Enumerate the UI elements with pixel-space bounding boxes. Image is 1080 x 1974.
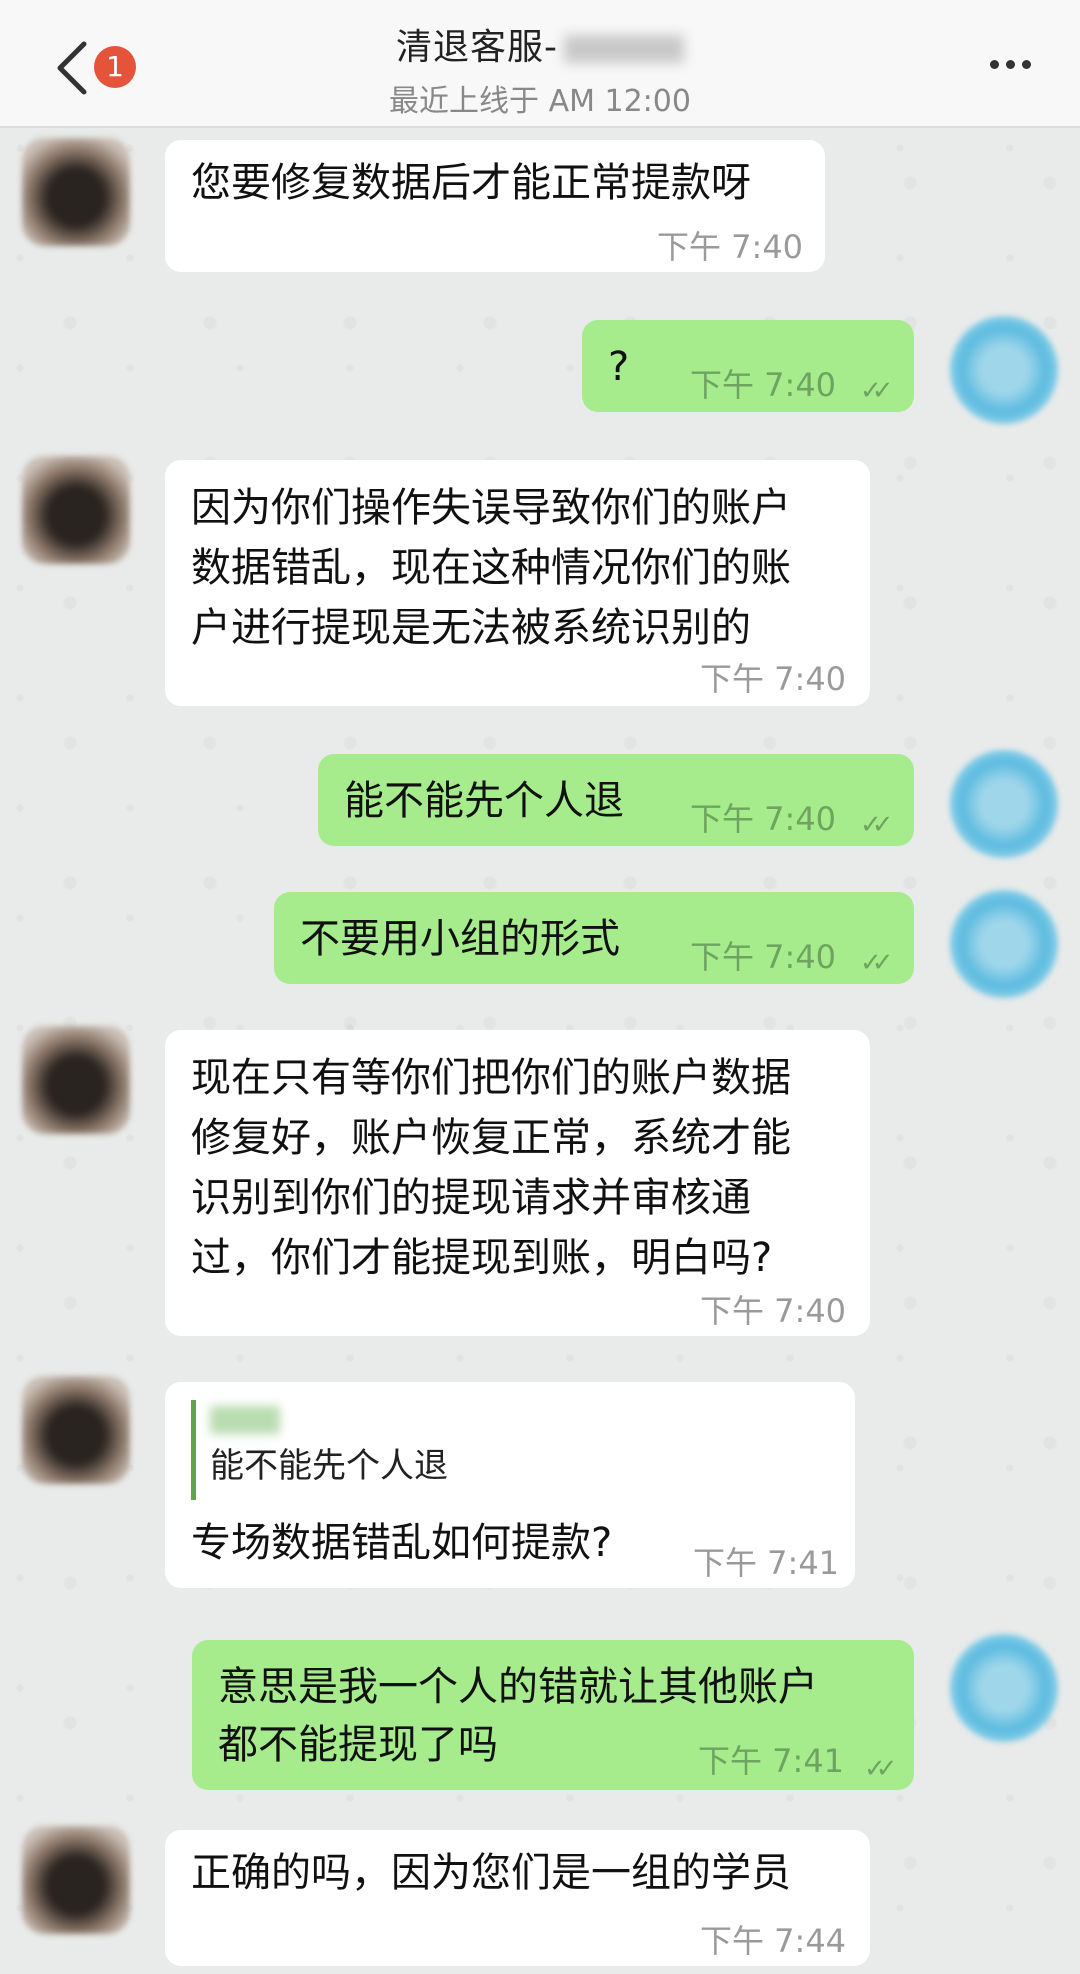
user-avatar[interactable] [950,890,1058,998]
contact-avatar[interactable] [22,1376,130,1484]
message-time: 下午 7:40 [690,938,837,976]
message-text: 能不能先个人退 [344,778,624,824]
message-bubble-incoming[interactable]: 正确的吗，因为您们是一组的学员 下午 7:44 [165,1830,870,1966]
double-check-icon: ✓✓ [864,1754,897,1784]
chat-title: 清退客服- [300,18,780,70]
message-text: 专场数据错乱如何提款? [191,1520,613,1566]
last-seen-status: 最近上线于 AM 12:00 [389,84,691,119]
chat-header: 1 清退客服- 最近上线于 AM 12:00 [0,0,1080,128]
more-menu-button[interactable] [990,44,1050,84]
quoted-text: 能不能先个人退 [210,1446,448,1486]
message-bubble-incoming[interactable]: 因为你们操作失误导致你们的账户 数据错乱，现在这种情况你们的账 户进行提现是无法… [165,460,870,706]
contact-avatar[interactable] [22,138,130,246]
message-time: 下午 7:41 [693,1544,840,1582]
message-bubble-reply[interactable]: 能不能先个人退 专场数据错乱如何提款? 下午 7:41 [165,1382,855,1588]
contact-avatar[interactable] [22,456,130,564]
user-avatar[interactable] [950,316,1058,424]
message-time: 下午 7:40 [690,366,837,404]
message-bubble-outgoing[interactable]: ? 下午 7:40 ✓✓ [582,320,914,412]
message-bubble-incoming[interactable]: 您要修复数据后才能正常提款呀 下午 7:40 [165,140,825,272]
message-text: ? [608,344,630,390]
unread-badge: 1 [94,46,136,88]
message-bubble-outgoing[interactable]: 能不能先个人退 下午 7:40 ✓✓ [318,754,914,846]
quoted-sender-redacted [210,1406,280,1434]
message-bubble-outgoing[interactable]: 意思是我一个人的错就让其他账户 都不能提现了吗 下午 7:41 ✓✓ [192,1640,914,1790]
message-text: 现在只有等你们把你们的账户数据 修复好，账户恢复正常，系统才能 识别到你们的提现… [191,1055,791,1281]
chat-title-text: 清退客服- [396,27,558,68]
message-bubble-incoming[interactable]: 现在只有等你们把你们的账户数据 修复好，账户恢复正常，系统才能 识别到你们的提现… [165,1030,870,1336]
message-text: 您要修复数据后才能正常提款呀 [191,160,751,206]
user-avatar[interactable] [950,1634,1058,1742]
message-time: 下午 7:40 [690,800,837,838]
double-check-icon: ✓✓ [860,376,893,406]
more-horizontal-icon [990,44,1050,73]
message-text: 正确的吗，因为您们是一组的学员 [191,1850,791,1896]
message-time: 下午 7:44 [700,1922,847,1960]
contact-avatar[interactable] [22,1826,130,1934]
quoted-message[interactable]: 能不能先个人退 [191,1400,661,1500]
message-time: 下午 7:41 [698,1742,845,1780]
double-check-icon: ✓✓ [860,948,893,978]
message-bubble-outgoing[interactable]: 不要用小组的形式 下午 7:40 ✓✓ [274,892,914,984]
message-text: 因为你们操作失误导致你们的账户 数据错乱，现在这种情况你们的账 户进行提现是无法… [191,485,791,651]
user-avatar[interactable] [950,750,1058,858]
double-check-icon: ✓✓ [860,810,893,840]
redacted-name [564,35,684,63]
message-text: 不要用小组的形式 [300,916,620,962]
chevron-left-icon [57,41,87,95]
chat-title-block[interactable]: 清退客服- 最近上线于 AM 12:00 [300,18,780,120]
contact-avatar[interactable] [22,1026,130,1134]
message-time: 下午 7:40 [700,660,847,698]
message-time: 下午 7:40 [700,1292,847,1330]
message-time: 下午 7:40 [657,228,804,266]
back-button[interactable]: 1 [52,32,142,102]
